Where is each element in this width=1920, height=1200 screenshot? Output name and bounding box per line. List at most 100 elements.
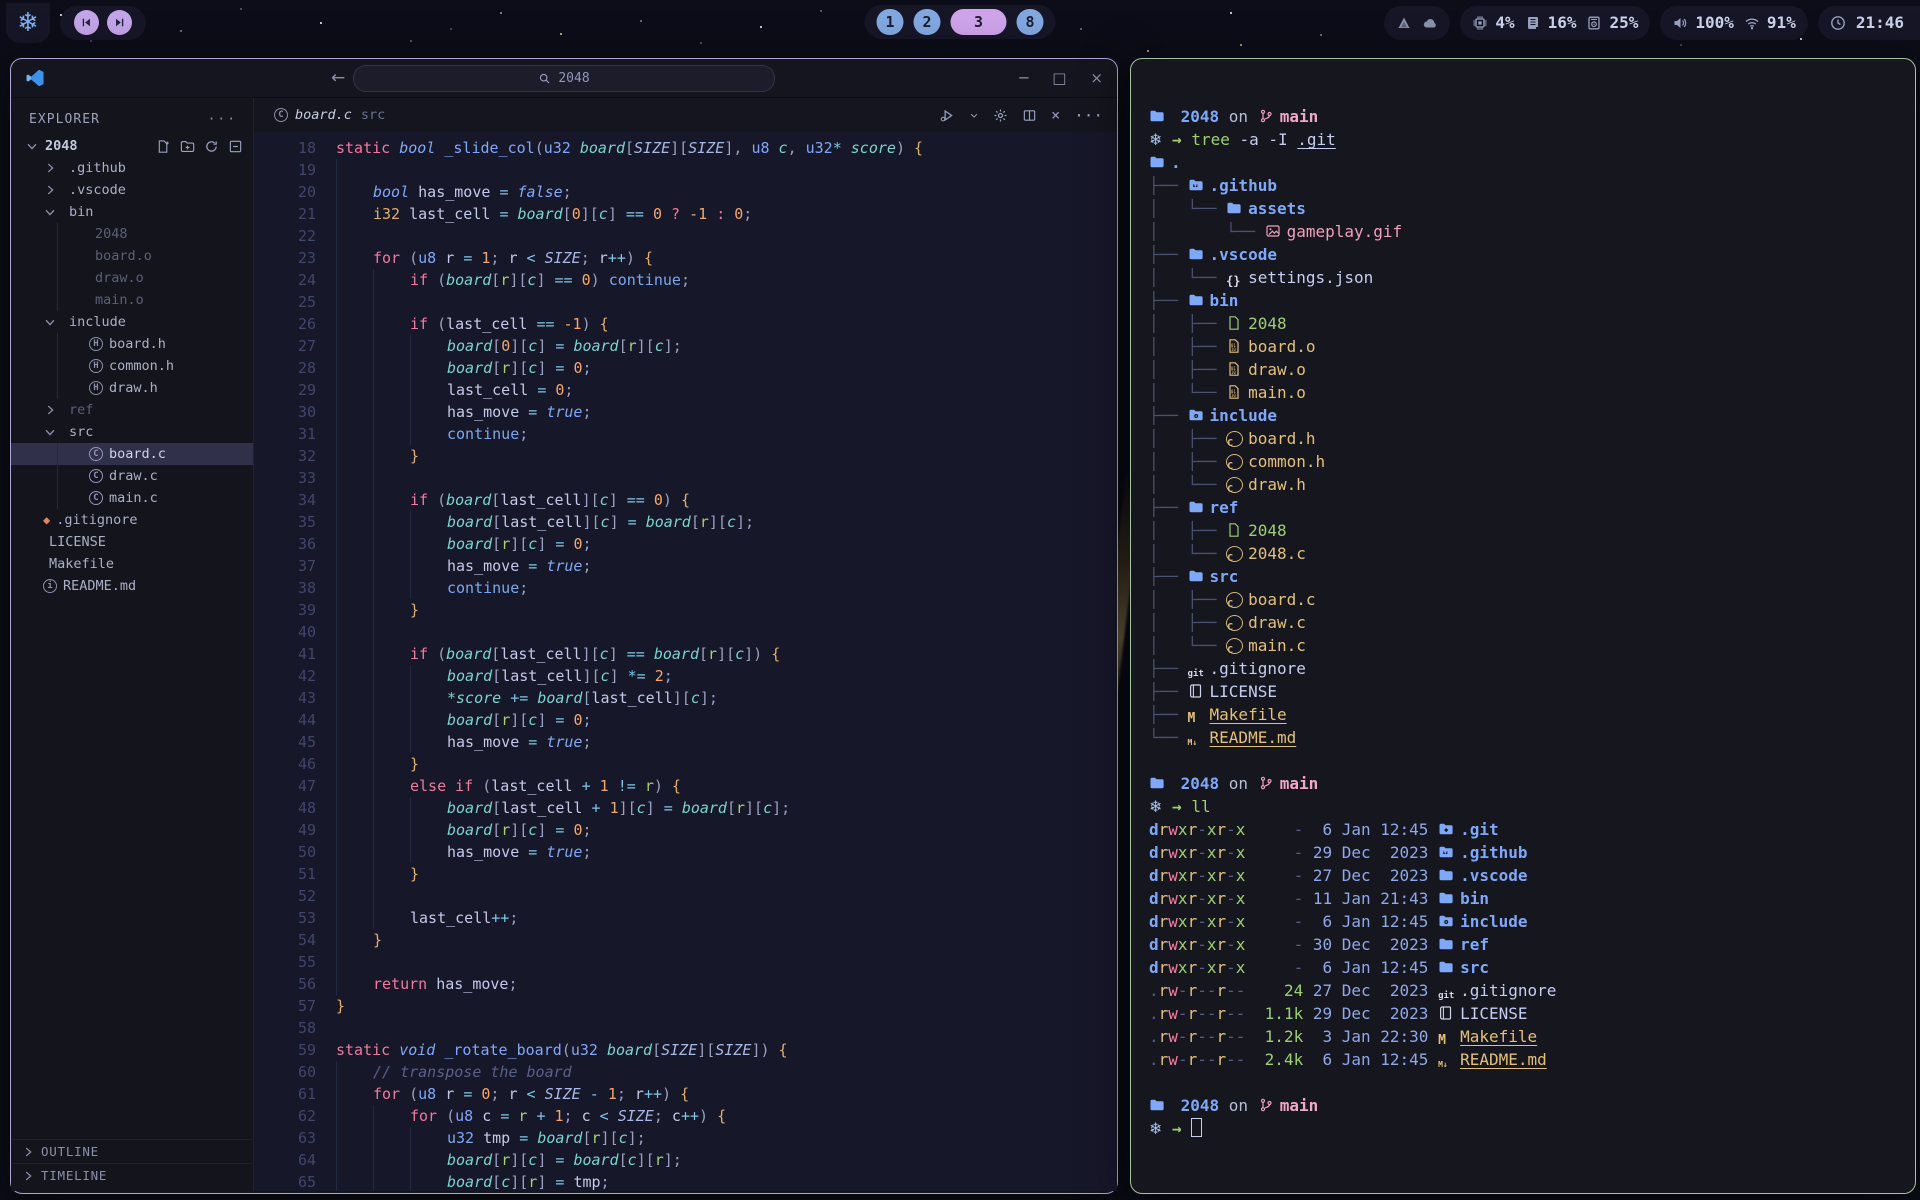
code-line-54[interactable]: 54} [254, 929, 1117, 951]
code-line-32[interactable]: 32} [254, 445, 1117, 467]
code-line-31[interactable]: 31continue; [254, 423, 1117, 445]
command-center-search[interactable]: 2048 [353, 65, 775, 92]
explorer-item-LICENSE[interactable]: LICENSE [11, 531, 253, 553]
code-line-63[interactable]: 63u32 tmp = board[r][c]; [254, 1127, 1117, 1149]
code-line-26[interactable]: 26if (last_cell == -1) { [254, 313, 1117, 335]
more-actions-icon[interactable]: ··· [1074, 106, 1103, 125]
nixos-logo[interactable]: ❄ [6, 3, 50, 43]
outline-panel[interactable]: OUTLINE [11, 1139, 253, 1163]
explorer-item-draw.h[interactable]: Hdraw.h [11, 377, 253, 399]
code-line-51[interactable]: 51} [254, 863, 1117, 885]
explorer-item-.vscode[interactable]: .vscode [11, 179, 253, 201]
code-line-28[interactable]: 28board[r][c] = 0; [254, 357, 1117, 379]
code-line-57[interactable]: 57} [254, 995, 1117, 1017]
code-line-40[interactable]: 40 [254, 621, 1117, 643]
vscode-titlebar[interactable]: ← → 2048 ─ □ × [11, 59, 1117, 98]
code-line-49[interactable]: 49board[r][c] = 0; [254, 819, 1117, 841]
workspace-3[interactable]: 3 [951, 9, 1007, 35]
code-line-47[interactable]: 47else if (last_cell + 1 != r) { [254, 775, 1117, 797]
code-line-56[interactable]: 56return has_move; [254, 973, 1117, 995]
minimize-button[interactable]: ─ [1019, 69, 1028, 87]
code-line-19[interactable]: 19 [254, 159, 1117, 181]
explorer-item-include[interactable]: include [11, 311, 253, 333]
explorer-item-board.o[interactable]: board.o [11, 245, 253, 267]
run-code-icon[interactable] [940, 108, 955, 123]
explorer-item-draw.c[interactable]: Cdraw.c [11, 465, 253, 487]
code-line-48[interactable]: 48board[last_cell + 1][c] = board[r][c]; [254, 797, 1117, 819]
explorer-item-.gitignore[interactable]: ◆.gitignore [11, 509, 253, 531]
code-line-65[interactable]: 65board[c][r] = tmp; [254, 1171, 1117, 1191]
nav-back-arrow[interactable]: ← [331, 68, 345, 88]
explorer-item-2048[interactable]: 2048 [11, 135, 253, 157]
workspace-8[interactable]: 8 [1017, 9, 1044, 35]
code-line-42[interactable]: 42board[last_cell][c] *= 2; [254, 665, 1117, 687]
timeline-panel[interactable]: TIMELINE [11, 1163, 253, 1187]
code-line-59[interactable]: 59static void _rotate_board(u32 board[SI… [254, 1039, 1117, 1061]
refresh-icon[interactable] [204, 139, 219, 154]
code-line-38[interactable]: 38continue; [254, 577, 1117, 599]
code-line-30[interactable]: 30has_move = true; [254, 401, 1117, 423]
terminal-window[interactable]: 2048 on main❄ → tree -a -I .git.├── .git… [1130, 58, 1916, 1194]
weather-widget[interactable] [1384, 6, 1450, 40]
code-line-23[interactable]: 23for (u8 r = 1; r < SIZE; r++) { [254, 247, 1117, 269]
code-line-46[interactable]: 46} [254, 753, 1117, 775]
code-line-44[interactable]: 44board[r][c] = 0; [254, 709, 1117, 731]
code-line-50[interactable]: 50has_move = true; [254, 841, 1117, 863]
code-line-53[interactable]: 53last_cell++; [254, 907, 1117, 929]
code-line-27[interactable]: 27board[0][c] = board[r][c]; [254, 335, 1117, 357]
code-line-21[interactable]: 21i32 last_cell = board[0][c] == 0 ? -1 … [254, 203, 1117, 225]
explorer-item-.github[interactable]: .github [11, 157, 253, 179]
code-line-34[interactable]: 34if (board[last_cell][c] == 0) { [254, 489, 1117, 511]
close-button[interactable]: × [1090, 69, 1103, 87]
new-file-icon[interactable] [156, 139, 171, 154]
code-line-52[interactable]: 52 [254, 885, 1117, 907]
maximize-button[interactable]: □ [1052, 69, 1066, 87]
code-line-24[interactable]: 24if (board[r][c] == 0) continue; [254, 269, 1117, 291]
media-next-button[interactable] [107, 10, 132, 35]
workspace-2[interactable]: 2 [914, 9, 941, 35]
code-line-62[interactable]: 62for (u8 c = r + 1; c < SIZE; c++) { [254, 1105, 1117, 1127]
code-line-61[interactable]: 61for (u8 r = 0; r < SIZE - 1; r++) { [254, 1083, 1117, 1105]
explorer-item-2048[interactable]: 2048 [11, 223, 253, 245]
code-line-45[interactable]: 45has_move = true; [254, 731, 1117, 753]
code-line-29[interactable]: 29last_cell = 0; [254, 379, 1117, 401]
gear-icon[interactable] [993, 108, 1008, 123]
explorer-item-Makefile[interactable]: Makefile [11, 553, 253, 575]
code-line-37[interactable]: 37has_move = true; [254, 555, 1117, 577]
media-prev-button[interactable] [74, 10, 99, 35]
split-editor-icon[interactable] [1022, 108, 1037, 123]
tab-board-c[interactable]: C board.c src [274, 107, 385, 123]
clock-widget[interactable]: 21:46 [1818, 6, 1920, 40]
explorer-item-common.h[interactable]: Hcommon.h [11, 355, 253, 377]
explorer-item-README.md[interactable]: iREADME.md [11, 575, 253, 597]
code-line-22[interactable]: 22 [254, 225, 1117, 247]
new-folder-icon[interactable] [180, 139, 195, 154]
explorer-item-src[interactable]: (i)src [11, 421, 253, 443]
code-line-25[interactable]: 25 [254, 291, 1117, 313]
chevron-down-icon[interactable] [969, 108, 979, 123]
workspace-1[interactable]: 1 [877, 9, 904, 35]
explorer-item-board.h[interactable]: Hboard.h [11, 333, 253, 355]
code-line-58[interactable]: 58 [254, 1017, 1117, 1039]
close-editor-icon[interactable]: × [1051, 106, 1060, 124]
code-line-36[interactable]: 36board[r][c] = 0; [254, 533, 1117, 555]
system-stats[interactable]: 4% 16% 25% [1460, 6, 1650, 40]
code-line-39[interactable]: 39} [254, 599, 1117, 621]
code-line-60[interactable]: 60// transpose the board [254, 1061, 1117, 1083]
explorer-more-icon[interactable]: ··· [208, 112, 237, 127]
explorer-item-main.c[interactable]: Cmain.c [11, 487, 253, 509]
audio-network[interactable]: 100% 91% [1660, 6, 1807, 40]
code-line-33[interactable]: 33 [254, 467, 1117, 489]
explorer-item-bin[interactable]: bin [11, 201, 253, 223]
code-line-35[interactable]: 35board[last_cell][c] = board[r][c]; [254, 511, 1117, 533]
code-line-18[interactable]: 18static bool _slide_col(u32 board[SIZE]… [254, 137, 1117, 159]
collapse-all-icon[interactable] [228, 139, 243, 154]
explorer-item-ref[interactable]: ref [11, 399, 253, 421]
terminal-input-line[interactable]: ❄ → [1149, 1117, 1915, 1140]
code-line-20[interactable]: 20bool has_move = false; [254, 181, 1117, 203]
code-line-41[interactable]: 41if (board[last_cell][c] == board[r][c]… [254, 643, 1117, 665]
code-editor[interactable]: 18static bool _slide_col(u32 board[SIZE]… [254, 132, 1117, 1191]
code-line-55[interactable]: 55 [254, 951, 1117, 973]
code-line-43[interactable]: 43*score += board[last_cell][c]; [254, 687, 1117, 709]
explorer-item-draw.o[interactable]: draw.o [11, 267, 253, 289]
